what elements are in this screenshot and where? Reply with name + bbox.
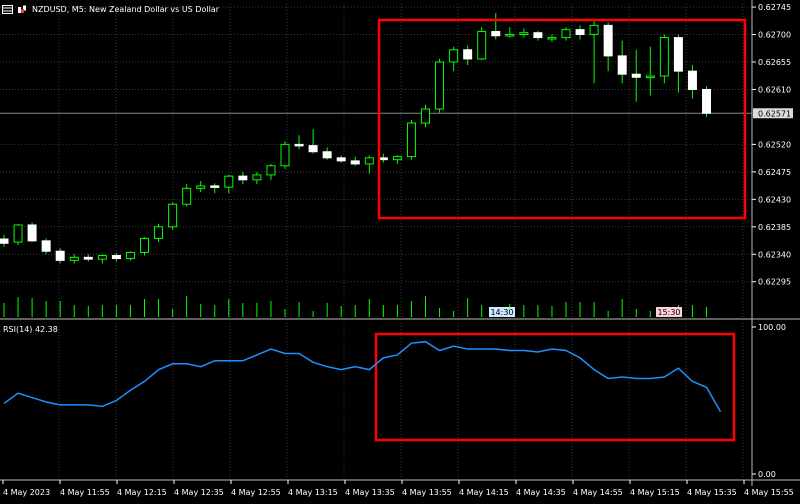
price-tick-label: 0.62655	[758, 58, 791, 67]
candle-body[interactable]	[350, 160, 360, 165]
candle-body[interactable]	[421, 108, 430, 124]
price-tick-label: 0.62430	[758, 195, 791, 204]
candle-body[interactable]	[294, 143, 304, 147]
price-tick-label: 0.62700	[758, 31, 791, 40]
candle-body[interactable]	[182, 187, 192, 205]
candle-body[interactable]	[687, 70, 697, 90]
candle-body[interactable]	[308, 145, 318, 153]
price-tick-label: 0.62475	[758, 168, 791, 177]
chart-header: NZDUSD, M5: New Zealand Dollar vs US Dol…	[2, 2, 219, 16]
chart-type-icon[interactable]	[17, 5, 28, 14]
rsi-tick-label: 100.00	[758, 323, 786, 332]
candle-body[interactable]	[97, 254, 107, 260]
chart-area[interactable]: 0.62745 0.62700 0.62655 0.62610 0.62520 0.624…	[0, 0, 800, 500]
price-tick-label: 0.62520	[758, 140, 791, 149]
candle-body[interactable]	[631, 73, 641, 78]
time-tick-label: 4 May 12:35	[174, 488, 224, 497]
rsi-label: RSI(14) 42.38	[3, 325, 58, 334]
rsi-tick-label: 0.00	[758, 470, 776, 479]
candle-body[interactable]	[491, 30, 501, 37]
candle-body[interactable]	[645, 75, 655, 79]
candle-body[interactable]	[140, 237, 149, 253]
candle-body[interactable]	[505, 34, 515, 37]
candle-body[interactable]	[673, 37, 683, 72]
price-highlight-box	[377, 18, 747, 220]
time-tick-label: 4 May 15:15	[630, 488, 680, 497]
price-tick-label: 0.62610	[758, 85, 791, 94]
candle-body[interactable]	[477, 30, 487, 60]
candle-body[interactable]	[168, 203, 178, 228]
time-tick-label: 4 May 13:55	[402, 488, 452, 497]
candle-body[interactable]	[406, 122, 416, 158]
candle-body[interactable]	[702, 88, 711, 114]
candle-body[interactable]	[392, 156, 402, 161]
candle-body[interactable]	[547, 37, 557, 40]
candle-body[interactable]	[322, 151, 332, 159]
time-tick-label: 4 May 13:15	[288, 488, 338, 497]
candle-body[interactable]	[55, 250, 65, 261]
candle-body[interactable]	[196, 185, 206, 189]
candle-body[interactable]	[589, 24, 599, 36]
time-tick-label: 4 May 15:55	[744, 488, 794, 497]
candle-body[interactable]	[449, 49, 459, 63]
rsi-line	[3, 340, 722, 413]
candle-body[interactable]	[364, 157, 374, 165]
time-tick-label: 4 May 13:35	[345, 488, 395, 497]
time-tick-label: 4 May 12:15	[117, 488, 167, 497]
candle-body[interactable]	[463, 49, 473, 60]
candle-body[interactable]	[224, 175, 234, 188]
time-tick-label: 4 May 15:35	[687, 488, 737, 497]
candle-body[interactable]	[266, 165, 276, 176]
candle-body[interactable]	[575, 29, 585, 36]
candle-body[interactable]	[111, 254, 121, 260]
candle-body[interactable]	[125, 251, 135, 260]
chart-svg[interactable]: 0.62745 0.62700 0.62655 0.62610 0.62520 0.624…	[0, 0, 800, 500]
candle-body[interactable]	[603, 24, 613, 57]
candle-body[interactable]	[238, 175, 248, 181]
candle-body[interactable]	[435, 61, 445, 110]
candle-body[interactable]	[0, 238, 9, 244]
candle-body[interactable]	[336, 157, 346, 162]
candle-body[interactable]	[533, 32, 543, 39]
chart-window-icon[interactable]	[2, 4, 13, 14]
time-marker-label: 15:30	[657, 308, 680, 317]
time-marker-label: 14:30	[490, 308, 513, 317]
candle-body[interactable]	[280, 143, 290, 167]
candle-body[interactable]	[13, 224, 23, 243]
candle-body[interactable]	[69, 256, 79, 261]
time-tick-label: 4 May 14:55	[573, 488, 623, 497]
candle-body[interactable]	[154, 226, 164, 239]
time-tick-label: 4 May 14:15	[459, 488, 509, 497]
time-tick-label: 4 May 12:55	[231, 488, 281, 497]
candle-body[interactable]	[83, 256, 93, 260]
candle-body[interactable]	[210, 185, 220, 188]
price-tick-label: 0.62340	[758, 250, 791, 259]
candle-body[interactable]	[561, 29, 571, 39]
time-tick-label: 4 May 11:55	[60, 488, 110, 497]
time-tick-label: 4 May 14:35	[516, 488, 566, 497]
candle-body[interactable]	[659, 37, 669, 77]
time-tick-label: 4 May 2023	[3, 488, 50, 497]
price-tick-label: 0.62295	[758, 278, 791, 287]
candle-body[interactable]	[617, 55, 627, 75]
price-tick-label: 0.62745	[758, 3, 791, 12]
candle-body[interactable]	[41, 240, 51, 252]
chart-title: NZDUSD, M5: New Zealand Dollar vs US Dol…	[32, 4, 219, 14]
candle-body[interactable]	[252, 174, 262, 181]
candle-body[interactable]	[378, 157, 388, 161]
candle-body[interactable]	[27, 224, 37, 242]
current-price-label: 0.62571	[758, 109, 791, 118]
price-tick-label: 0.62385	[758, 223, 791, 232]
candle-body[interactable]	[519, 32, 529, 36]
